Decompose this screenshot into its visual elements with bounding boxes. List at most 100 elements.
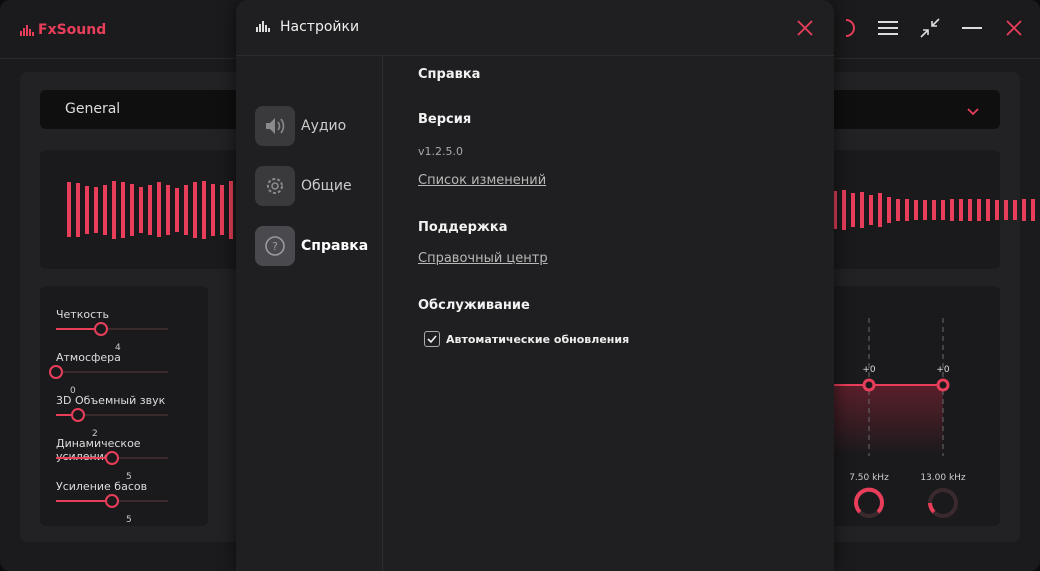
spectrum-bar [202,180,206,239]
slider-handle[interactable] [105,451,119,465]
version-heading: Версия [418,112,472,127]
spectrum-bar [887,196,891,223]
spectrum-bar [905,198,909,221]
slider-fill [56,500,112,502]
nav-item-audio[interactable]: Аудио [255,106,346,146]
effect-slider[interactable]: 5 [56,451,168,482]
nav-item-general[interactable]: Общие [255,166,352,206]
eq-band-frequency: 7.50 kHz [849,473,889,483]
spectrum-bar [220,184,224,235]
spectrum-bar [1031,198,1035,221]
effect-label: Динамическое усиление [56,437,141,463]
settings-dialog: Настройки Аудио Общие ? Справка Справка … [236,0,834,571]
effect-dynamic-boost: Динамическое усиление 5 [56,437,186,482]
nav-item-label: Справка [301,238,369,254]
slider-handle[interactable] [94,322,108,336]
spectrum-visualizer-left [40,150,395,269]
spectrum-bar [85,185,89,234]
effect-slider[interactable]: 5 [56,494,168,525]
eq-frequency-knob[interactable] [928,488,958,518]
equalizer-graph: +0 +0 7.50 kHz 13.00 kHz [830,318,966,518]
maintenance-heading: Обслуживание [418,298,530,313]
slider-handle[interactable] [71,408,85,422]
window-controls [834,16,1026,40]
effect-slider[interactable]: 2 [56,408,168,439]
eq-band-gain: +0 [936,365,950,375]
spectrum-bar [851,192,855,227]
settings-header: Настройки [236,0,834,56]
close-icon[interactable] [794,17,816,39]
spectrum-bar [896,198,900,221]
logo-bars-icon [20,24,34,36]
spectrum-bar [76,182,80,237]
spectrum-bar [1022,198,1026,221]
effect-label: Усиление басов [56,480,148,493]
effects-panel: Четкость 4 Атмосфера 0 3D Объемный звук … [40,286,208,526]
spectrum-bar [950,198,954,221]
spectrum-bar [175,187,179,232]
nav-item-label: Аудио [301,118,347,134]
eq-band-handle[interactable] [936,378,950,392]
logo-text: FxSound [38,22,107,38]
effect-clarity: Четкость 4 [56,308,186,353]
changelog-link[interactable]: Список изменений [418,173,546,188]
spectrum-bar [986,198,990,221]
effect-ambience: Атмосфера 0 [49,351,186,396]
spectrum-bar [923,199,927,220]
auto-updates-checkbox[interactable] [424,331,440,347]
spectrum-bar [914,199,918,220]
menu-icon[interactable] [876,16,900,40]
help-center-link[interactable]: Справочный центр [418,251,548,266]
spectrum-bar [959,198,963,221]
close-icon[interactable] [1002,16,1026,40]
equalizer-panel: +0 +0 7.50 kHz 13.00 kHz [830,286,1000,526]
effect-label: Атмосфера [56,351,121,364]
spectrum-bar [878,192,882,227]
minimize-icon[interactable] [960,16,984,40]
spectrum-bar [121,181,125,238]
spectrum-bar [67,182,71,237]
version-value: v1.2.5.0 [418,145,463,158]
logo: FxSound [20,22,106,38]
preset-selected-value: General [65,101,121,117]
section-heading: Справка [418,67,481,82]
spectrum-visualizer-right [830,150,1035,269]
power-icon[interactable] [834,16,858,40]
effect-label: 3D Объемный звук [56,394,166,407]
spectrum-bars [833,150,1040,269]
slider-handle[interactable] [49,365,63,379]
effect-surround: 3D Объемный звук 2 [56,394,186,439]
spectrum-bar [932,199,936,220]
eq-frequency-knob[interactable] [854,487,884,518]
effect-slider[interactable]: 4 [56,322,168,353]
spectrum-bar [229,180,233,239]
settings-bars-icon [256,20,270,32]
spectrum-bar [1004,199,1008,220]
gear-icon [255,166,295,206]
speaker-icon [255,106,295,146]
spectrum-bar [139,186,143,233]
minimize-to-compact-icon[interactable] [918,16,942,40]
effect-slider[interactable]: 0 [49,365,168,396]
settings-title: Настройки [280,19,360,35]
eq-band-frequency: 13.00 kHz [920,473,966,483]
svg-text:?: ? [272,240,278,253]
slider-handle[interactable] [105,494,119,508]
spectrum-bar [869,194,873,225]
spectrum-bar [103,184,107,235]
spectrum-bar [112,180,116,239]
help-icon: ? [255,226,295,266]
nav-item-help[interactable]: ? Справка [255,226,368,266]
spectrum-bar [184,184,188,235]
effect-value: 5 [126,515,132,525]
spectrum-bar [193,181,197,238]
spectrum-bar [148,184,152,235]
spectrum-bar [968,198,972,221]
spectrum-bar [995,199,999,220]
eq-band-handle[interactable] [862,378,876,392]
spectrum-bar [166,184,170,235]
spectrum-bar [842,189,846,230]
spectrum-bar [157,182,161,237]
effect-label: Четкость [56,308,110,321]
auto-updates-option[interactable]: Автоматические обновления [424,331,629,347]
